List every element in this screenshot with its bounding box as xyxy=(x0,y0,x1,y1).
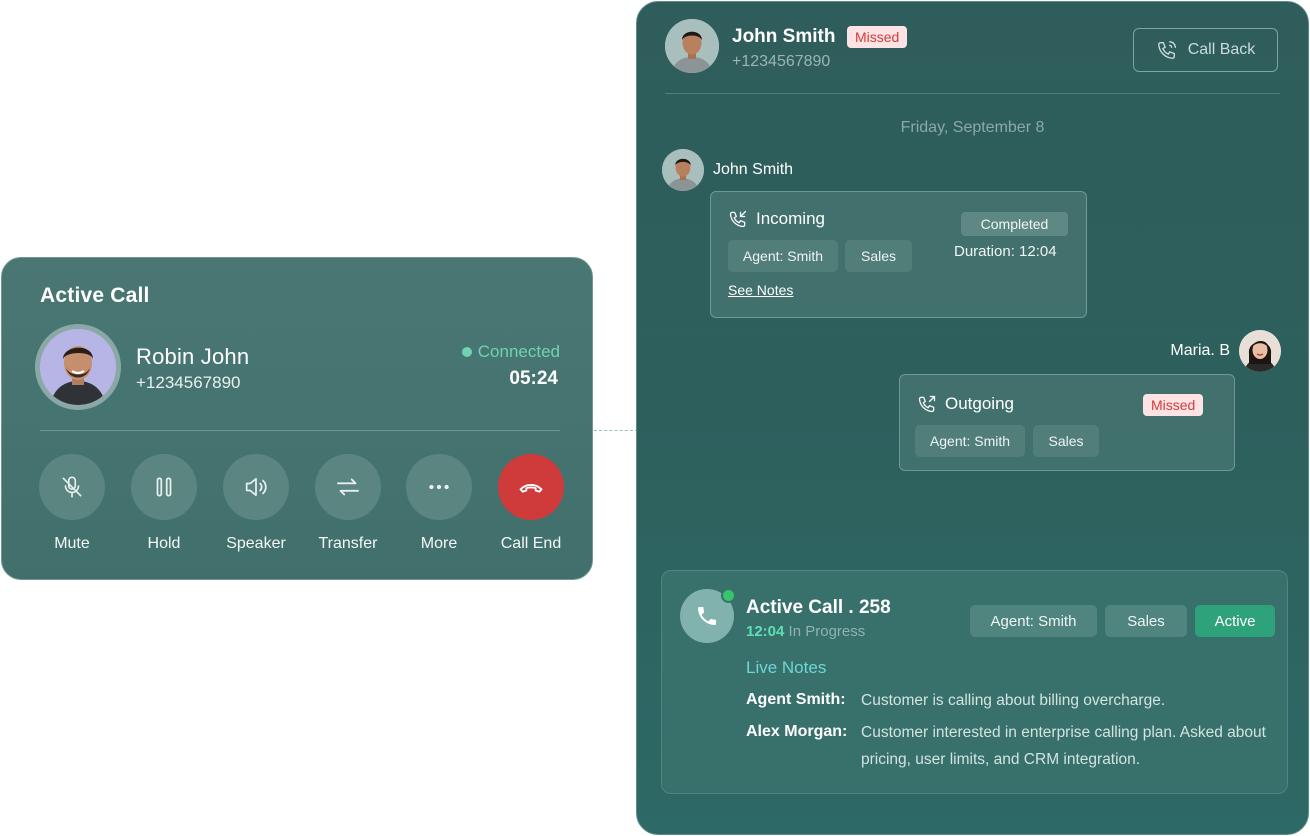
agent-tag: Agent: Smith xyxy=(915,425,1025,457)
outgoing-call-card: Outgoing Missed Agent: Smith Sales xyxy=(899,374,1235,471)
elapsed-time: 12:04 xyxy=(746,623,785,640)
more-icon xyxy=(429,484,449,490)
call-duration: Duration: 12:04 xyxy=(954,243,1057,260)
person-avatar-image xyxy=(40,329,116,405)
more-button[interactable] xyxy=(406,454,472,520)
department-tag: Sales xyxy=(1033,425,1099,457)
card-title: Active Call xyxy=(40,284,150,307)
active-call-icon-wrap xyxy=(680,588,736,643)
call-end-label: Call End xyxy=(500,535,562,552)
mute-control: Mute xyxy=(32,454,112,553)
connection-status: Connected xyxy=(461,342,560,362)
agent-tag: Agent: Smith xyxy=(970,605,1097,637)
sender-name: Maria. B xyxy=(1170,342,1230,359)
department-tag: Sales xyxy=(1105,605,1187,637)
person-avatar-image xyxy=(662,149,704,191)
transfer-control: Transfer xyxy=(308,454,388,553)
call-end-button[interactable] xyxy=(498,454,564,520)
status-badge: Completed xyxy=(961,212,1068,236)
transfer-label: Transfer xyxy=(318,535,378,552)
avatar xyxy=(662,149,704,191)
online-indicator xyxy=(721,588,736,603)
transfer-button[interactable] xyxy=(315,454,381,520)
call-direction: Outgoing xyxy=(917,394,1014,414)
sender-name: John Smith xyxy=(713,161,794,178)
missed-badge: Missed xyxy=(847,26,908,48)
call-direction: Incoming xyxy=(728,209,825,229)
speaker-label: Speaker xyxy=(226,535,286,552)
mute-button[interactable] xyxy=(39,454,105,520)
active-call-card: Active Call Robin John +1234567890 Conne… xyxy=(1,257,593,580)
outgoing-call-icon xyxy=(918,395,936,413)
avatar xyxy=(1239,330,1281,372)
note-author: Agent Smith: xyxy=(746,691,846,708)
direction-label: Outgoing xyxy=(945,394,1014,413)
status-badge: Missed xyxy=(1143,394,1204,416)
active-call-progress: 12:04 In Progress xyxy=(746,623,865,640)
call-duration: 05:24 xyxy=(509,368,558,389)
call-controls: Mute Hold Speaker Transfer More Call End xyxy=(39,454,569,554)
hold-label: Hold xyxy=(147,535,181,552)
phone-hangup-icon xyxy=(519,484,543,493)
status-dot-icon xyxy=(461,347,472,357)
phone-icon xyxy=(698,607,716,625)
live-notes-heading: Live Notes xyxy=(746,658,827,677)
call-back-label: Call Back xyxy=(1187,41,1256,58)
person-avatar-image xyxy=(665,19,719,73)
caller-avatar xyxy=(35,324,121,410)
call-history-panel: John Smith Missed +1234567890 Call Back … xyxy=(636,1,1309,835)
department-tag: Sales xyxy=(845,240,912,272)
call-back-button[interactable]: Call Back xyxy=(1133,28,1278,72)
more-label: More xyxy=(420,535,458,552)
caller-phone: +1234567890 xyxy=(136,373,241,392)
agent-tag: Agent: Smith xyxy=(728,240,838,272)
hold-control: Hold xyxy=(124,454,204,553)
divider xyxy=(665,93,1280,94)
contact-name: John Smith xyxy=(732,26,836,47)
sender-john-smith: John Smith xyxy=(662,149,793,191)
speaker-button[interactable] xyxy=(223,454,289,520)
active-call-box: Active Call . 258 12:04 In Progress Agen… xyxy=(661,570,1288,794)
transfer-icon xyxy=(337,478,359,496)
active-call-title: Active Call . 258 xyxy=(746,597,891,618)
incoming-call-icon xyxy=(729,210,747,228)
pause-icon xyxy=(156,477,172,497)
contact-avatar xyxy=(665,19,719,73)
status-text: Connected xyxy=(477,342,560,361)
connector-line xyxy=(594,430,638,431)
mic-off-icon xyxy=(62,476,82,498)
phone-ring-icon xyxy=(1157,41,1176,59)
direction-label: Incoming xyxy=(756,209,825,228)
sender-maria-b: Maria. B xyxy=(1170,330,1281,372)
more-control: More xyxy=(399,454,479,553)
active-status-badge: Active xyxy=(1195,605,1275,637)
hold-button[interactable] xyxy=(131,454,197,520)
note-author: Alex Morgan: xyxy=(746,723,848,740)
divider xyxy=(40,430,560,431)
incoming-call-card: Incoming Completed Duration: 12:04 Agent… xyxy=(710,191,1087,318)
mute-label: Mute xyxy=(54,535,90,552)
see-notes-link[interactable]: See Notes xyxy=(728,282,793,298)
speaker-control: Speaker xyxy=(216,454,296,553)
person-avatar-image xyxy=(1239,330,1281,372)
speaker-icon xyxy=(245,477,267,497)
caller-name: Robin John xyxy=(136,344,250,369)
contact-phone: +1234567890 xyxy=(732,53,831,70)
note-text: Customer is calling about billing overch… xyxy=(861,692,1166,709)
call-end-control: Call End xyxy=(491,454,571,553)
date-separator: Friday, September 8 xyxy=(900,119,1045,136)
progress-text: In Progress xyxy=(788,623,866,640)
note-text: Customer interested in enterprise callin… xyxy=(861,724,1266,768)
